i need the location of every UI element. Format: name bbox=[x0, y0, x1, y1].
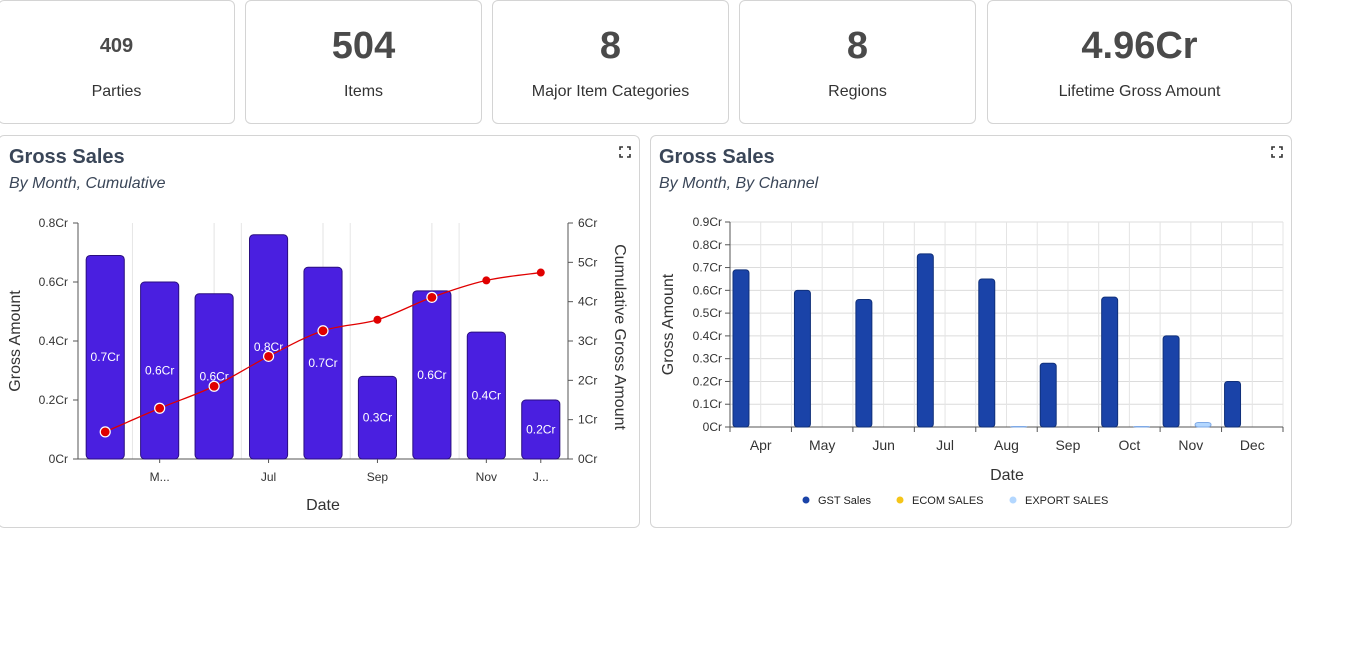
x-tick-label: M... bbox=[150, 470, 170, 484]
cumulative-point bbox=[317, 325, 329, 337]
x-tick-label: Nov bbox=[1178, 437, 1203, 453]
y2-axis-label: Cumulative Gross Amount bbox=[611, 244, 628, 430]
x-tick-label: May bbox=[809, 437, 835, 453]
x-axis-label: Date bbox=[306, 497, 340, 514]
x-tick-label: Dec bbox=[1240, 437, 1265, 453]
legend-label: GST Sales bbox=[818, 495, 871, 507]
bar bbox=[1194, 421, 1212, 428]
y-tick-label: 0.9Cr bbox=[693, 215, 722, 229]
kpi-value: 8 bbox=[599, 25, 622, 67]
x-axis-label: Date bbox=[990, 467, 1024, 484]
kpi-label: Parties bbox=[91, 83, 142, 100]
bar bbox=[1224, 380, 1242, 428]
cumulative-chart: 0Cr 0.2Cr 0.4Cr 0.6Cr 0.8Cr 0Cr 1Cr 2Cr 3Cr 4Cr 5C… bbox=[7, 216, 628, 514]
bar bbox=[855, 298, 873, 428]
y-tick-label: 0.2Cr bbox=[39, 393, 68, 407]
y2-tick-label: 3Cr bbox=[578, 334, 597, 348]
x-tick-label: Aug bbox=[994, 437, 1019, 453]
y-tick-label: 0.6Cr bbox=[39, 275, 68, 289]
y-tick-label: 0.8Cr bbox=[39, 216, 68, 230]
x-tick-label: Apr bbox=[750, 437, 772, 453]
cumulative-point bbox=[536, 268, 545, 277]
gross-sales-channel-panel: Gross Sales By Month, By Channel 0Cr 0.1C… bbox=[650, 135, 1292, 528]
bar bbox=[732, 269, 750, 428]
y-tick-label: 0.7Cr bbox=[693, 261, 722, 275]
x-tick-label: Oct bbox=[1118, 437, 1140, 453]
x-tick-label: Jul bbox=[936, 437, 954, 453]
kpi-value: 409 bbox=[99, 35, 134, 57]
cumulative-point bbox=[208, 380, 220, 392]
y-tick-label: 0.2Cr bbox=[693, 374, 722, 388]
y2-tick-label: 5Cr bbox=[578, 255, 597, 269]
x-tick-label: Sep bbox=[367, 470, 389, 484]
cumulative-point bbox=[373, 315, 382, 324]
bar bbox=[1162, 335, 1180, 428]
legend-marker bbox=[802, 496, 810, 504]
y2-tick-label: 1Cr bbox=[578, 413, 597, 427]
y-axis-label: Gross Amount bbox=[7, 290, 24, 392]
kpi-value: 4.96Cr bbox=[1081, 25, 1198, 67]
kpi-label: Regions bbox=[828, 83, 887, 100]
bar-label: 0.7Cr bbox=[308, 356, 337, 370]
kpi-card-regions: 8 Regions bbox=[739, 0, 976, 124]
kpi-card-parties: 409 Parties bbox=[0, 0, 235, 124]
x-tick-label: Jul bbox=[261, 470, 276, 484]
legend-marker bbox=[1009, 496, 1017, 504]
channel-chart: 0Cr 0.1Cr 0.2Cr 0.3Cr 0.4Cr 0.5Cr 0.6Cr 0.7Cr 0.… bbox=[660, 215, 1284, 507]
cumulative-point bbox=[99, 426, 111, 438]
y2-tick-label: 6Cr bbox=[578, 216, 597, 230]
bar bbox=[978, 278, 996, 428]
y-tick-label: 0.6Cr bbox=[693, 283, 722, 297]
bar bbox=[916, 253, 934, 428]
y-tick-label: 0.3Cr bbox=[693, 352, 722, 366]
cumulative-point bbox=[426, 291, 438, 303]
kpi-label: Items bbox=[343, 83, 384, 100]
y-tick-label: 0Cr bbox=[49, 452, 68, 466]
bar-label: 0.4Cr bbox=[472, 389, 501, 403]
kpi-label: Major Item Categories bbox=[531, 83, 690, 100]
bar bbox=[793, 289, 811, 428]
x-tick-label: J... bbox=[533, 470, 549, 484]
cumulative-point bbox=[262, 350, 275, 362]
kpi-value: 8 bbox=[846, 25, 869, 67]
legend-label: ECOM SALES bbox=[912, 495, 984, 507]
y-tick-label: 0.4Cr bbox=[693, 329, 722, 343]
legend-marker bbox=[896, 496, 904, 504]
bar-label: 0.3Cr bbox=[363, 411, 392, 425]
bar bbox=[1101, 296, 1119, 428]
cumulative-point bbox=[482, 276, 491, 285]
kpi-card-items: 504 Items bbox=[245, 0, 482, 124]
x-tick-label: Sep bbox=[1055, 437, 1080, 453]
kpi-card-lifetime-gross: 4.96Cr Lifetime Gross Amount bbox=[987, 0, 1292, 124]
bar-label: 0.6Cr bbox=[145, 364, 174, 378]
bar-label: 0.7Cr bbox=[91, 350, 120, 364]
y-tick-label: 0.1Cr bbox=[693, 397, 722, 411]
legend-label: EXPORT SALES bbox=[1025, 495, 1108, 507]
bar-label: 0.6Cr bbox=[417, 368, 446, 382]
x-tick-label: Nov bbox=[476, 470, 497, 484]
y-tick-label: 0.4Cr bbox=[39, 334, 68, 348]
kpi-label: Lifetime Gross Amount bbox=[1058, 83, 1221, 100]
bar bbox=[1039, 362, 1057, 428]
x-tick-label: Jun bbox=[872, 437, 895, 453]
kpi-value: 504 bbox=[331, 25, 396, 67]
bar-label: 0.2Cr bbox=[526, 423, 555, 437]
y-axis-label: Gross Amount bbox=[660, 273, 677, 375]
y-tick-label: 0.8Cr bbox=[693, 238, 722, 252]
gross-sales-cumulative-panel: Gross Sales By Month, Cumulative 0Cr 0.2C… bbox=[0, 135, 640, 528]
y2-tick-label: 0Cr bbox=[578, 452, 597, 466]
y-tick-label: 0Cr bbox=[703, 420, 722, 434]
y-tick-label: 0.5Cr bbox=[693, 306, 722, 320]
cumulative-point bbox=[154, 402, 166, 414]
y2-tick-label: 4Cr bbox=[578, 295, 597, 309]
y2-tick-label: 2Cr bbox=[578, 373, 597, 387]
kpi-card-categories: 8 Major Item Categories bbox=[492, 0, 729, 124]
